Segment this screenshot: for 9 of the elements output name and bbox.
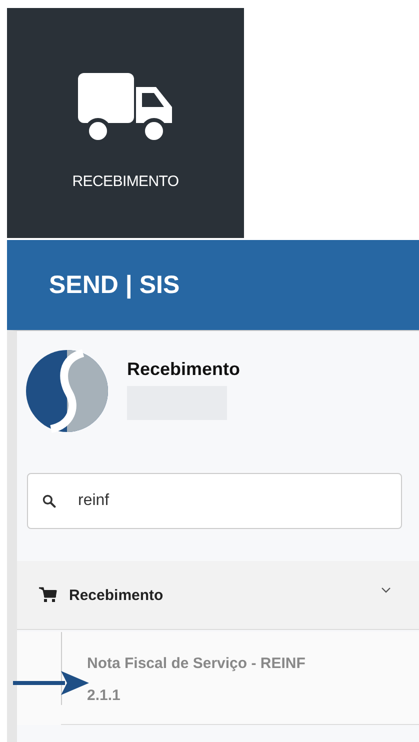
search-icon [42, 494, 56, 508]
module-tile[interactable]: RECEBIMENTO [7, 8, 244, 238]
app-title: SEND | SIS [49, 270, 180, 300]
menu-item[interactable]: Recebimento [17, 561, 419, 630]
profile-name: Recebimento [127, 359, 240, 380]
cart-icon [39, 587, 57, 603]
tile-label: RECEBIMENTO [72, 172, 179, 190]
search-field[interactable]: reinf [27, 473, 402, 529]
logo-icon [25, 349, 109, 433]
